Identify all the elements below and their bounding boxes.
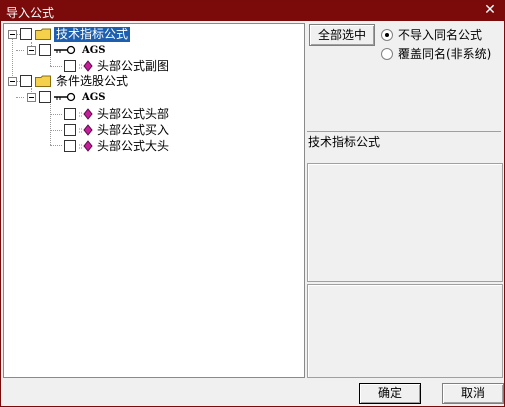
ok-button[interactable]: 确定 [359, 383, 421, 404]
tree-item-label[interactable]: 条件选股公式 [54, 74, 130, 89]
tree-item-label: 头部公式副图 [97, 58, 170, 73]
tree-item-label: AGS [82, 91, 106, 103]
radio-label: 不导入同名公式 [398, 28, 483, 42]
close-icon[interactable]: ✕ [482, 2, 498, 18]
checkbox[interactable] [64, 140, 76, 152]
checkbox[interactable] [20, 75, 32, 87]
folder-icon [35, 75, 51, 87]
formula-tree[interactable]: 技术指标公式 AGS 头部公式副图 条件选股公式 AGS 头部公式头部 头部公式… [3, 23, 305, 378]
checkbox[interactable] [64, 60, 76, 72]
gem-icon [79, 60, 93, 72]
dialog-title: 导入公式 [6, 6, 55, 20]
radio-button[interactable] [381, 28, 393, 41]
cancel-button[interactable]: 取消 [442, 383, 504, 404]
tree-item-group1[interactable]: 技术指标公式 [8, 26, 131, 42]
import-formula-dialog: 导入公式 ✕ 技术指标公式 AGS 头部公式副图 条件选股公式 AGS 头部公式… [0, 0, 505, 407]
tree-item-formula[interactable]: 头部公式头部 [64, 106, 171, 122]
checkbox[interactable] [39, 91, 51, 103]
checkbox[interactable] [64, 108, 76, 120]
radio-label: 覆盖同名(非系统) [398, 47, 492, 61]
tree-guide [50, 145, 62, 146]
tree-item-label: AGS [82, 44, 106, 56]
tree-item-group2-node[interactable]: AGS [27, 89, 108, 105]
select-all-button[interactable]: 全部选中 [309, 24, 375, 46]
formula-description-panel [307, 163, 503, 282]
collapse-icon[interactable] [8, 76, 17, 86]
collapse-icon[interactable] [27, 45, 36, 55]
tree-item-label[interactable]: 技术指标公式 [54, 26, 131, 42]
title-bar: 导入公式 ✕ [1, 1, 504, 21]
checkbox[interactable] [39, 44, 51, 56]
gem-icon [79, 124, 93, 136]
collapse-icon[interactable] [27, 92, 36, 102]
tree-guide [16, 97, 24, 98]
tree-item-group1-node[interactable]: AGS [27, 42, 108, 58]
tree-guide [50, 114, 62, 115]
tree-item-label: 头部公式大头 [97, 138, 170, 153]
tree-guide [50, 66, 62, 67]
gem-icon [79, 108, 93, 120]
gem-icon [79, 140, 93, 152]
tree-item-label: 头部公式买入 [97, 122, 170, 137]
key-icon [54, 91, 76, 103]
tree-guide [50, 102, 51, 145]
tree-item-formula[interactable]: 头部公式副图 [64, 58, 171, 74]
radio-skip-same-name[interactable]: 不导入同名公式 [381, 26, 482, 43]
tree-item-formula[interactable]: 头部公式买入 [64, 122, 171, 138]
tree-item-formula[interactable]: 头部公式大头 [64, 138, 171, 154]
tree-item-group2[interactable]: 条件选股公式 [8, 73, 130, 89]
collapse-icon[interactable] [8, 29, 17, 39]
tree-item-label: 头部公式头部 [97, 106, 170, 121]
tree-guide [50, 130, 62, 131]
folder-icon [35, 28, 51, 40]
formula-params-panel [307, 284, 503, 378]
tree-guide [16, 50, 24, 51]
checkbox[interactable] [20, 28, 32, 40]
radio-overwrite-same-name[interactable]: 覆盖同名(非系统) [381, 45, 491, 62]
key-icon [54, 44, 76, 56]
formula-category-label: 技术指标公式 [307, 131, 501, 159]
checkbox[interactable] [64, 124, 76, 136]
radio-button[interactable] [381, 47, 393, 60]
